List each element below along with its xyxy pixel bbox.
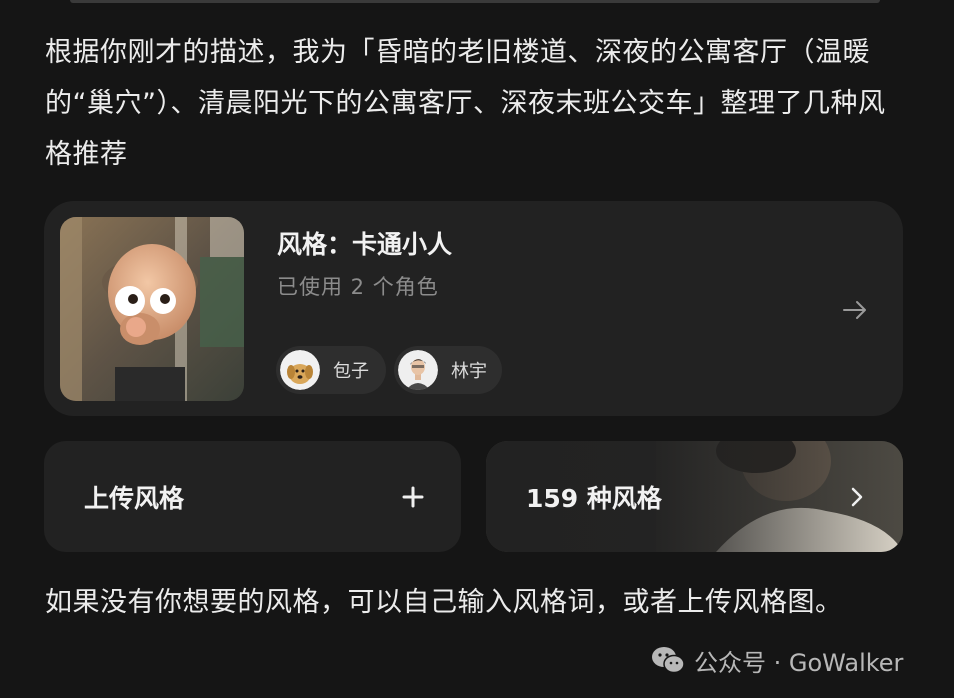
wechat-icon bbox=[650, 644, 686, 676]
browse-styles-button[interactable]: 159 种风格 bbox=[486, 441, 903, 552]
upload-style-label: 上传风格 bbox=[84, 484, 185, 513]
character-name: 包子 bbox=[333, 361, 369, 382]
assistant-message-intro: 根据你刚才的描述，我为「昏暗的老旧楼道、深夜的公寓客厅（温暖的“巢穴”）、清晨阳… bbox=[45, 37, 886, 170]
style-usage-count: 已使用 2 个角色 bbox=[277, 275, 439, 299]
chat-page: 根据你刚才的描述，我为「昏暗的老旧楼道、深夜的公寓客厅（温暖的“巢穴”）、清晨阳… bbox=[0, 0, 954, 698]
watermark-text: 公众号 · GoWalker bbox=[694, 648, 904, 677]
upload-style-button[interactable]: 上传风格 bbox=[44, 441, 461, 552]
man-avatar bbox=[398, 350, 438, 390]
style-card[interactable]: 风格：卡通小人 已使用 2 个角色 包子 林宇 bbox=[44, 201, 903, 416]
character-name: 林宇 bbox=[451, 361, 487, 382]
dog-avatar bbox=[280, 350, 320, 390]
chevron-right-icon bbox=[848, 485, 866, 509]
cartoon-character-thumbnail bbox=[60, 217, 244, 401]
plus-icon bbox=[401, 485, 425, 509]
watermark: 公众号 · GoWalker bbox=[650, 640, 903, 680]
character-chip-linyu[interactable]: 林宇 bbox=[394, 346, 502, 394]
previous-message-edge bbox=[70, 0, 880, 3]
character-chip-baozi[interactable]: 包子 bbox=[276, 346, 386, 394]
assistant-message-outro: 如果没有你想要的风格，可以自己输入风格词，或者上传风格图。 bbox=[45, 587, 843, 618]
style-title: 风格：卡通小人 bbox=[277, 230, 453, 259]
arrow-right-icon[interactable] bbox=[840, 295, 870, 325]
browse-styles-label: 159 种风格 bbox=[526, 484, 662, 513]
